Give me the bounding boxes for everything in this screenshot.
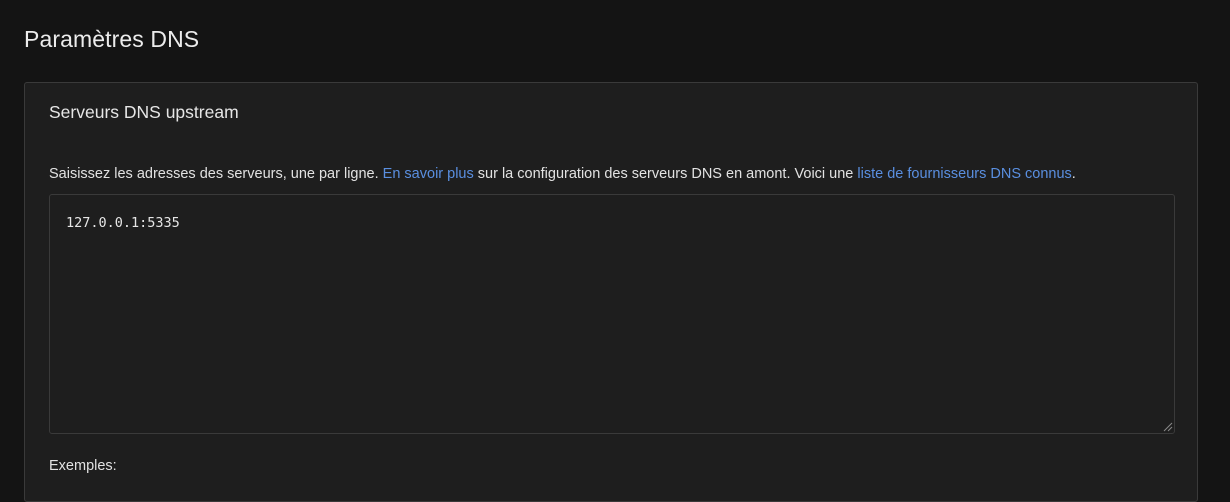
card-title: Serveurs DNS upstream (49, 102, 239, 122)
card-divider (25, 142, 1197, 143)
description-text-2: sur la configuration des serveurs DNS en… (473, 166, 858, 182)
upstream-dns-card: Serveurs DNS upstream Saisissez les adre… (24, 82, 1198, 502)
description-text-1: Saisissez les adresses des serveurs, une… (49, 166, 383, 182)
learn-more-link[interactable]: En savoir plus (383, 166, 474, 182)
description-text-3: . (1071, 166, 1076, 182)
resize-grip-icon[interactable] (1161, 420, 1173, 432)
upstream-description: Saisissez les adresses des serveurs, une… (49, 166, 1076, 182)
examples-label: Exemples: (49, 458, 117, 474)
page-title: Paramètres DNS (24, 26, 200, 52)
upstream-servers-textarea[interactable] (49, 194, 1175, 434)
dns-providers-link[interactable]: liste de fournisseurs DNS connus (857, 166, 1071, 182)
